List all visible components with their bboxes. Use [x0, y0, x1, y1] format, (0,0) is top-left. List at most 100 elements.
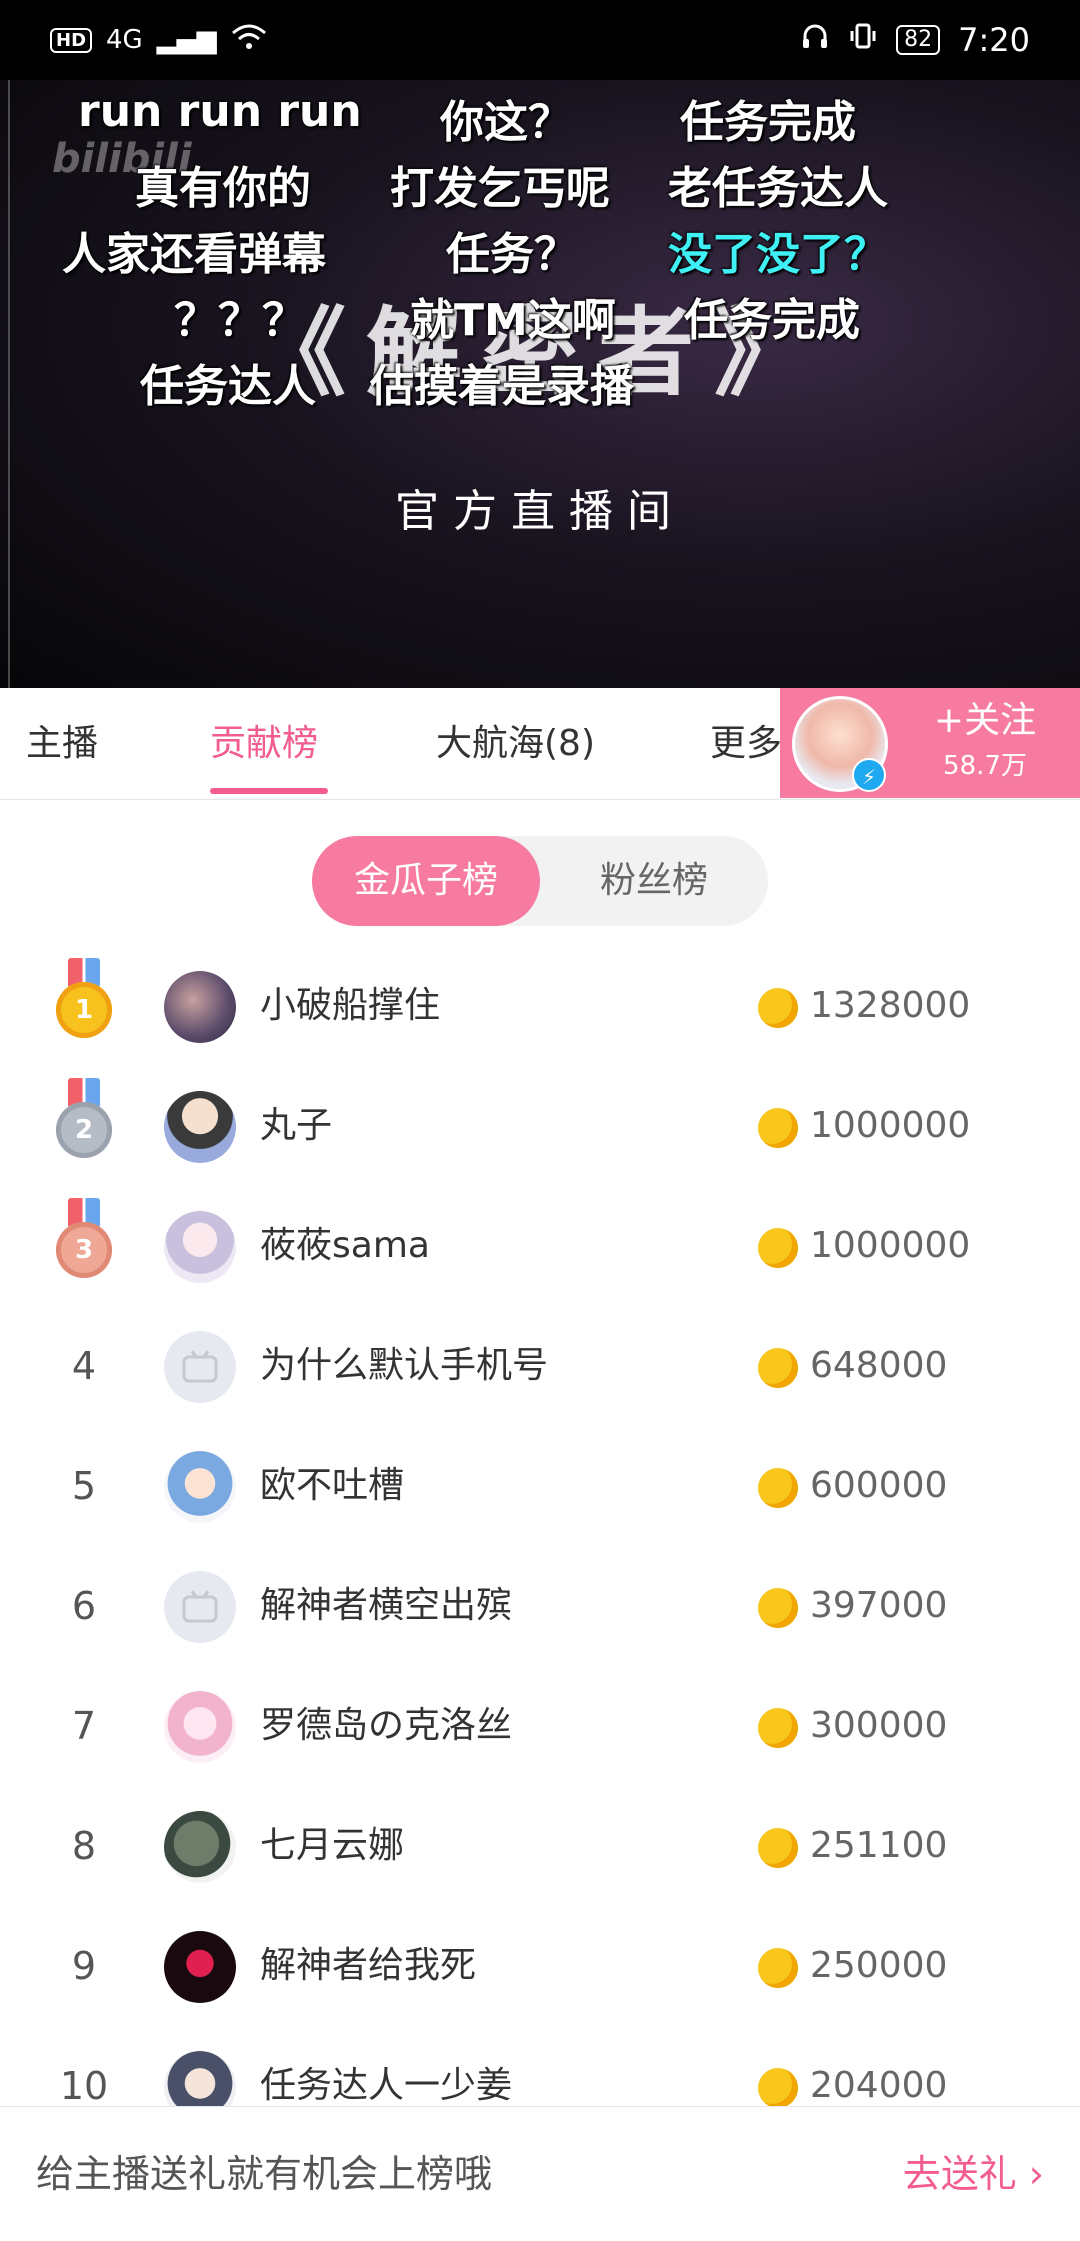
- active-tab-indicator: [210, 788, 328, 794]
- user-name: 小破船撑住: [260, 985, 441, 1026]
- rank-number: 5: [71, 1464, 97, 1508]
- gold-seed-icon: [758, 1108, 798, 1148]
- user-avatar[interactable]: [164, 1091, 236, 1163]
- follow-label: +关注: [933, 700, 1037, 741]
- send-gift-link[interactable]: 去送礼 ›: [903, 2107, 1044, 2241]
- default-tv-avatar[interactable]: [164, 1571, 236, 1643]
- status-right: 82 7:20: [800, 21, 1030, 59]
- danmaku-comment: 就TM这啊: [410, 295, 616, 346]
- follow-text: +关注 58.7万: [900, 696, 1070, 786]
- gold-seed-icon: [758, 1468, 798, 1508]
- video-edge-line: [8, 80, 10, 688]
- bottom-gift-bar: 给主播送礼就有机会上榜哦 去送礼 ›: [0, 2106, 1080, 2240]
- danmaku-comment: 任务？: [446, 229, 578, 280]
- rank-number: 9: [71, 1944, 97, 1988]
- ranking-row[interactable]: 6 解神者横空出殡 397000: [0, 1546, 1080, 1666]
- danmaku-comment: 没了没了？: [668, 229, 888, 280]
- gold-seed-count: 250000: [810, 1945, 948, 1986]
- network-type: 4G: [106, 25, 143, 55]
- battery-indicator: 82: [896, 25, 941, 55]
- danmaku-comment: 任务达人: [140, 361, 316, 412]
- tab-anchor[interactable]: 主播: [26, 688, 98, 800]
- signal-icon: ▂▄▆: [156, 25, 217, 55]
- ranking-row[interactable]: 9 解神者给我死 250000: [0, 1906, 1080, 2026]
- tab-contribution-rank[interactable]: 贡献榜: [210, 688, 318, 800]
- gold-seed-count: 600000: [810, 1465, 948, 1506]
- gold-seed-count: 1000000: [810, 1105, 971, 1146]
- danmaku-comment: 打发乞丐呢: [390, 163, 610, 214]
- ranking-row[interactable]: 1 小破船撑住 1328000: [0, 946, 1080, 1066]
- gift-hint-text: 给主播送礼就有机会上榜哦: [36, 2152, 493, 2196]
- gold-seed-icon: [758, 1228, 798, 1268]
- fans-rank-tab[interactable]: 粉丝榜: [540, 836, 768, 926]
- gold-seed-count: 1000000: [810, 1225, 971, 1266]
- user-name: 罗德岛の克洛丝: [260, 1705, 513, 1746]
- verified-lightning-icon: ⚡: [852, 758, 886, 792]
- rank-number: 7: [71, 1704, 97, 1748]
- danmaku-comment: 人家还看弹幕: [62, 229, 326, 280]
- user-name: 解神者横空出殡: [260, 1585, 513, 1626]
- status-bar: HD 4G ▂▄▆ 82 7:20: [0, 0, 1080, 80]
- danmaku-comment: 老任务达人: [668, 163, 888, 214]
- gold-seed-count: 648000: [810, 1345, 948, 1386]
- tab-guard[interactable]: 大航海(8): [436, 688, 595, 800]
- gold-seed-rank-tab[interactable]: 金瓜子榜: [312, 836, 540, 926]
- user-avatar[interactable]: [164, 971, 236, 1043]
- room-tab-bar: 主播 贡献榜 大航海(8) 更多 ⚡ +关注 58.7万: [0, 688, 1080, 800]
- user-name: 七月云娜: [260, 1825, 405, 1866]
- danmaku-comment: 真有你的: [135, 163, 311, 214]
- danmaku-comment: 你这？: [440, 97, 572, 148]
- rank-type-switch: 金瓜子榜 粉丝榜: [312, 836, 768, 926]
- gold-seed-icon: [758, 2068, 798, 2108]
- ranking-row[interactable]: 8 七月云娜 251100: [0, 1786, 1080, 1906]
- ranking-row[interactable]: 7 罗德岛の克洛丝 300000: [0, 1666, 1080, 1786]
- user-avatar[interactable]: [164, 1211, 236, 1283]
- user-avatar[interactable]: [164, 1451, 236, 1523]
- user-name: 丸子: [260, 1105, 333, 1146]
- ranking-row[interactable]: 3 莜莜sama 1000000: [0, 1186, 1080, 1306]
- gold-seed-count: 300000: [810, 1705, 948, 1746]
- rank-number: 8: [71, 1824, 97, 1868]
- user-avatar[interactable]: [164, 1931, 236, 2003]
- user-name: 莜莜sama: [260, 1225, 430, 1266]
- rank-number: 6: [71, 1584, 97, 1628]
- tab-more[interactable]: 更多: [710, 688, 782, 800]
- user-avatar[interactable]: [164, 1811, 236, 1883]
- ranking-row[interactable]: 4 为什么默认手机号 648000: [0, 1306, 1080, 1426]
- follower-count: 58.7万: [943, 751, 1027, 781]
- user-avatar[interactable]: [164, 1691, 236, 1763]
- headphone-icon: [800, 21, 830, 59]
- ranking-row[interactable]: 5 欧不吐槽 600000: [0, 1426, 1080, 1546]
- hd-badge: HD: [50, 27, 93, 53]
- ranking-row[interactable]: 2 丸子 1000000: [0, 1066, 1080, 1186]
- default-tv-avatar[interactable]: [164, 1331, 236, 1403]
- gold-seed-icon: [758, 988, 798, 1028]
- rank-number: 4: [71, 1344, 97, 1388]
- danmaku-comment: run run run: [78, 86, 362, 137]
- wifi-icon: [231, 23, 267, 58]
- video-subtitle: 官方直播间: [395, 486, 685, 537]
- danmaku-comment: 任务完成: [684, 295, 860, 346]
- vibrate-icon: [848, 21, 878, 59]
- gold-medal-icon: 1: [56, 958, 112, 1054]
- danmaku-comment: 任务完成: [680, 97, 856, 148]
- gold-seed-count: 1328000: [810, 985, 971, 1026]
- gold-seed-icon: [758, 1828, 798, 1868]
- video-player[interactable]: bilibili 《解密者》 官方直播间 run run run 你这？ 任务完…: [0, 80, 1080, 688]
- clock: 7:20: [958, 21, 1030, 59]
- gold-seed-icon: [758, 1348, 798, 1388]
- gold-seed-count: 251100: [810, 1825, 948, 1866]
- danmaku-comment: ？？？: [174, 295, 306, 346]
- user-name: 解神者给我死: [260, 1945, 477, 1986]
- silver-medal-icon: 2: [56, 1078, 112, 1174]
- status-left: HD 4G ▂▄▆: [50, 23, 267, 58]
- gold-seed-count: 397000: [810, 1585, 948, 1626]
- danmaku-comment: 估摸着是录播: [370, 361, 634, 412]
- bronze-medal-icon: 3: [56, 1198, 112, 1294]
- gold-seed-icon: [758, 1588, 798, 1628]
- follow-button[interactable]: ⚡ +关注 58.7万: [780, 688, 1080, 798]
- user-name: 欧不吐槽: [260, 1465, 405, 1506]
- user-name: 为什么默认手机号: [260, 1345, 549, 1386]
- gold-seed-icon: [758, 1948, 798, 1988]
- gold-seed-icon: [758, 1708, 798, 1748]
